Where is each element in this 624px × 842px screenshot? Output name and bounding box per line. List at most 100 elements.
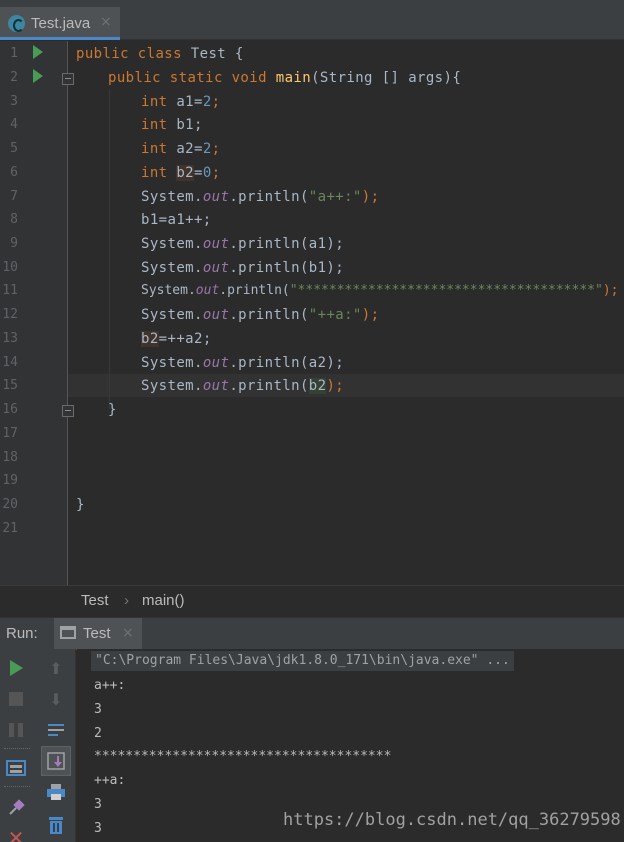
code-line-16: } [108, 402, 117, 418]
scroll-down-button[interactable]: ⬇ [43, 686, 69, 712]
tab-label: Test.java [31, 15, 91, 32]
code-token: } [76, 497, 85, 513]
pause-button[interactable] [3, 717, 29, 743]
code-token: 2 [202, 141, 212, 157]
java-class-icon [8, 15, 25, 32]
restore-layout-button[interactable] [3, 755, 29, 781]
console-line: 3 [94, 797, 102, 812]
code-line-5: int a2=2; [141, 141, 221, 157]
code-line-20: } [76, 497, 85, 513]
line-number: 19 [2, 473, 18, 488]
pause-icon [9, 723, 23, 737]
clear-all-button[interactable] [43, 812, 69, 838]
code-token: (String [] args){ [311, 70, 462, 86]
soft-wrap-icon [48, 724, 64, 736]
run-class-icon[interactable] [33, 45, 43, 59]
line-number: 9 [10, 236, 18, 251]
line-number: 3 [10, 94, 18, 109]
fold-marker-icon[interactable] [62, 405, 74, 417]
fold-marker-icon[interactable] [62, 73, 74, 85]
line-number: 1 [10, 46, 18, 61]
code-token: 0 [202, 165, 212, 181]
code-line-7: System.out.println("a++:"); [141, 189, 379, 205]
code-token: "a++:" [308, 189, 362, 205]
code-token: a1= [176, 94, 203, 110]
console-command-line[interactable]: "C:\Program Files\Java\jdk1.8.0_171\bin\… [91, 651, 514, 671]
code-token: b2 [308, 378, 327, 394]
code-token: int [141, 165, 177, 181]
line-number: 12 [2, 307, 18, 322]
line-number: 18 [2, 450, 18, 465]
code-token: .println(a1); [229, 236, 345, 252]
arrow-down-icon: ⬇ [49, 689, 63, 709]
breadcrumb: Test › main() [0, 585, 624, 617]
console-line: 3 [94, 702, 102, 717]
code-token: out [202, 189, 230, 205]
run-label: Run: [6, 625, 38, 642]
console-line: ++a: [94, 773, 126, 788]
editor-tab-bar: Test.java × [0, 0, 624, 40]
scroll-to-end-button[interactable] [41, 746, 71, 776]
run-main-icon[interactable] [33, 69, 43, 83]
code-token: ); [361, 307, 380, 323]
tab-close-icon[interactable]: × [100, 14, 112, 30]
print-button[interactable] [43, 779, 69, 805]
code-line-8: b1=a1++; [141, 212, 212, 228]
stop-icon [9, 692, 23, 706]
code-token: out [202, 307, 230, 323]
code-line-1: public class Test { [76, 46, 244, 62]
toolbar-separator [4, 748, 30, 749]
code-token: } [108, 402, 117, 418]
code-token: System. [141, 189, 203, 205]
layout-icon [6, 760, 26, 776]
code-token: int [141, 94, 177, 110]
run-panel-header: Run: Test × [0, 617, 624, 650]
code-editor[interactable]: 1 2 3 4 5 6 7 8 9 10 11 12 13 14 15 16 1… [0, 41, 624, 585]
code-token: System. [141, 355, 203, 371]
code-token: ; [211, 94, 221, 110]
line-number: 7 [10, 189, 18, 204]
line-number: 16 [2, 402, 18, 417]
line-number: 15 [2, 378, 18, 393]
line-number: 20 [2, 497, 18, 512]
line-number: 6 [10, 165, 18, 180]
run-tab-close-icon[interactable]: × [122, 625, 134, 641]
editor-gutter: 1 2 3 4 5 6 7 8 9 10 11 12 13 14 15 16 1… [0, 41, 74, 585]
rerun-button[interactable] [3, 655, 29, 681]
printer-icon [47, 784, 65, 800]
code-token: .println( [219, 283, 290, 298]
tab-test-java[interactable]: Test.java × [0, 7, 120, 40]
pin-tab-button[interactable] [3, 795, 29, 821]
code-line-3: int a1=2; [141, 94, 221, 110]
code-token: b2 [176, 165, 194, 181]
line-number: 8 [10, 212, 18, 227]
code-token: out [195, 283, 220, 298]
code-line-9: System.out.println(a1); [141, 236, 344, 252]
breadcrumb-method[interactable]: main() [142, 592, 185, 609]
code-token: 2 [202, 94, 212, 110]
line-number: 5 [10, 141, 18, 156]
run-toolbar: ✕ ⬆ ⬇ [0, 649, 76, 842]
stop-button[interactable] [3, 686, 29, 712]
code-line-2: public static void main(String [] args){ [108, 70, 461, 86]
code-token: public class [76, 46, 191, 62]
code-token: Test { [190, 46, 244, 62]
watermark-url: https://blog.csdn.net/qq_36279598 [283, 810, 621, 830]
code-token: int [141, 117, 177, 133]
play-icon [9, 660, 23, 676]
code-line-6: int b2=0; [141, 165, 221, 181]
scroll-to-end-icon [47, 752, 65, 770]
code-token: = [194, 165, 203, 181]
close-run-button[interactable]: ✕ [3, 825, 29, 842]
code-token: "**************************************" [289, 283, 603, 298]
code-token: a2= [176, 141, 203, 157]
line-number: 2 [10, 70, 18, 85]
breadcrumb-class[interactable]: Test [81, 592, 109, 609]
run-tab-test[interactable]: Test × [54, 618, 142, 650]
code-token: "++a:" [308, 307, 362, 323]
code-token: System. [141, 260, 203, 276]
soft-wrap-button[interactable] [43, 717, 69, 743]
scroll-up-button[interactable]: ⬆ [43, 655, 69, 681]
code-token: b1; [176, 117, 203, 133]
console-line: 3 [94, 821, 102, 836]
